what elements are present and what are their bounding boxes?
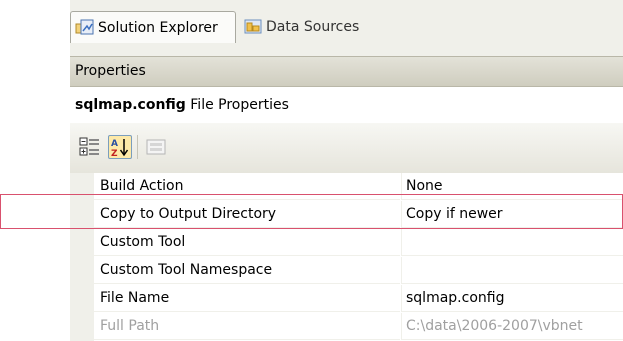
- solution-explorer-icon: [75, 19, 94, 34]
- object-name: sqlmap.config: [75, 97, 186, 113]
- property-value[interactable]: [401, 229, 623, 256]
- row-gutter: [70, 285, 94, 313]
- property-value: C:\data\2006-2007\vbnet: [401, 313, 623, 340]
- property-name: Copy to Output Directory: [94, 201, 400, 228]
- row-gutter: [70, 313, 94, 341]
- tab-data-sources[interactable]: Data Sources: [237, 12, 407, 42]
- property-name: Custom Tool: [94, 229, 400, 256]
- row-gutter: [70, 201, 94, 229]
- object-selector[interactable]: sqlmap.config File Properties: [70, 87, 623, 123]
- panel-title: Properties: [75, 63, 146, 79]
- property-row[interactable]: Custom Tool Namespace: [70, 257, 623, 285]
- toolbar-separator: [137, 135, 138, 159]
- tool-window-tab-strip: Solution Explorer Data Sources: [70, 0, 623, 56]
- alphabetical-sort-icon: A Z: [111, 139, 129, 159]
- properties-panel: Solution Explorer Data Sources Propertie…: [70, 0, 623, 341]
- property-name: File Name: [94, 285, 400, 312]
- tab-solution-explorer[interactable]: Solution Explorer: [70, 11, 236, 43]
- row-gutter: [70, 257, 94, 285]
- property-grid: Build Action None Copy to Output Directo…: [70, 173, 623, 341]
- property-value[interactable]: sqlmap.config: [401, 285, 623, 312]
- object-type: File Properties: [190, 97, 289, 113]
- property-name: Custom Tool Namespace: [94, 257, 400, 284]
- tab-label: Solution Explorer: [98, 19, 218, 36]
- property-value[interactable]: [401, 257, 623, 284]
- categorized-button[interactable]: [78, 135, 102, 159]
- property-row[interactable]: Custom Tool: [70, 229, 623, 257]
- property-pages-icon: [146, 139, 166, 155]
- svg-text:Z: Z: [111, 149, 118, 158]
- svg-text:A: A: [111, 139, 118, 149]
- property-value[interactable]: None: [401, 173, 623, 200]
- row-gutter: [70, 173, 94, 201]
- properties-title-bar: Properties: [70, 56, 623, 87]
- property-row[interactable]: Full Path C:\data\2006-2007\vbnet: [70, 313, 623, 341]
- property-name: Full Path: [94, 313, 400, 340]
- property-name: Build Action: [94, 173, 400, 200]
- property-pages-button[interactable]: [144, 135, 168, 159]
- property-row[interactable]: Build Action None: [70, 173, 623, 201]
- property-row[interactable]: Copy to Output Directory Copy if newer: [70, 201, 623, 229]
- property-value[interactable]: Copy if newer: [401, 201, 623, 228]
- alphabetical-button[interactable]: A Z: [108, 135, 132, 159]
- property-row[interactable]: File Name sqlmap.config: [70, 285, 623, 313]
- tab-label: Data Sources: [266, 19, 360, 35]
- categorized-icon: [79, 137, 99, 156]
- data-sources-icon: [244, 19, 262, 34]
- row-gutter: [70, 229, 94, 257]
- properties-toolbar: A Z: [70, 123, 623, 173]
